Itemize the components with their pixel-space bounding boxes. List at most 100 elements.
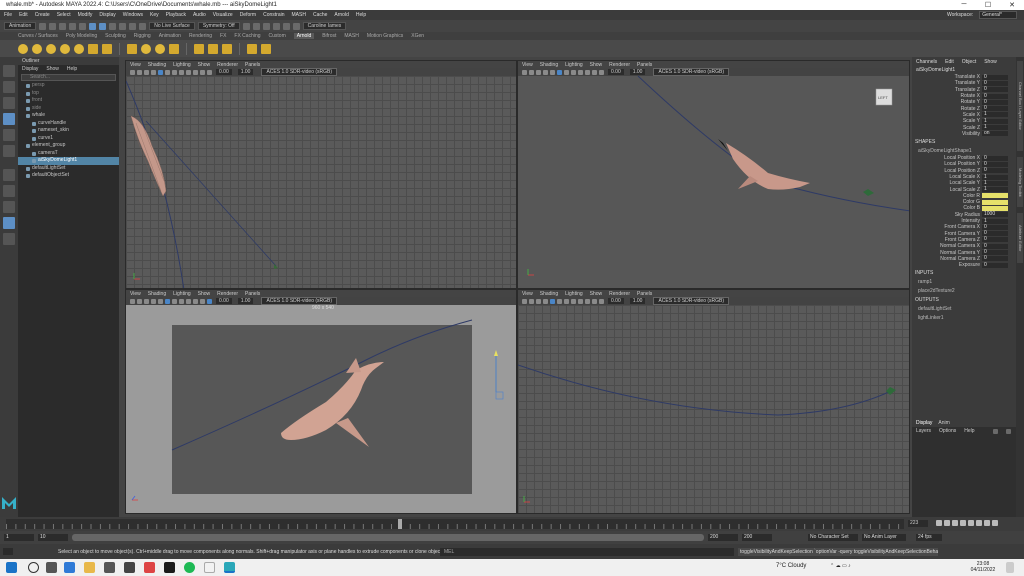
menu-edit[interactable]: Edit: [19, 12, 28, 18]
attribute-value[interactable]: 1: [982, 218, 1008, 224]
clock[interactable]: 23:08 04/11/2022: [968, 561, 998, 573]
notepad-icon[interactable]: [204, 562, 215, 573]
animation-end-field[interactable]: 200: [742, 534, 772, 541]
attribute-value[interactable]: 0: [982, 231, 1008, 237]
search-icon[interactable]: [3, 233, 15, 245]
shelf-tab-rendering[interactable]: Rendering: [189, 33, 212, 39]
attribute-value[interactable]: 0: [982, 80, 1008, 86]
anim-layer-selector[interactable]: No Anim Layer: [862, 534, 906, 541]
viewport-top-right[interactable]: View Shading Lighting Show Renderer Pane…: [517, 60, 910, 289]
app-icon[interactable]: [164, 562, 175, 573]
outliner-search-input[interactable]: Search...: [21, 74, 116, 81]
attribute-label[interactable]: Translate Y: [912, 80, 982, 86]
attribute-label[interactable]: Intensity: [912, 218, 982, 224]
attribute-value[interactable]: 0: [982, 243, 1008, 249]
menu-help[interactable]: Help: [356, 12, 366, 18]
volume-icon[interactable]: [141, 43, 151, 54]
attribute-value[interactable]: 0: [982, 155, 1008, 161]
input-node[interactable]: ramp1: [912, 279, 1016, 286]
menu-key[interactable]: Key: [150, 12, 159, 18]
attribute-value[interactable]: 1: [982, 187, 1008, 193]
shelf-tab-curves-surfaces[interactable]: Curves / Surfaces: [18, 33, 58, 39]
animation-start-field[interactable]: 1: [4, 534, 34, 541]
output-node[interactable]: defaultLightSet: [912, 306, 1016, 313]
new-scene-icon[interactable]: [39, 22, 47, 30]
attribute-label[interactable]: Front Camera Z: [912, 237, 982, 243]
outliner-menu-display[interactable]: Display: [22, 66, 38, 72]
attribute-label[interactable]: Normal Camera Z: [912, 256, 982, 262]
attribute-label[interactable]: Exposure: [912, 262, 982, 268]
flush-cache-icon[interactable]: [194, 43, 204, 54]
attribute-label[interactable]: Scale X: [912, 112, 982, 118]
menu-display[interactable]: Display: [99, 12, 115, 18]
snap-curve-icon[interactable]: [129, 22, 137, 30]
side-tab-channel-box[interactable]: Channel Box / Layer Editor: [1017, 61, 1023, 151]
light-portal-icon[interactable]: [88, 43, 98, 54]
attribute-value[interactable]: 1: [982, 112, 1008, 118]
outliner-menu-show[interactable]: Show: [46, 66, 59, 72]
go-to-end-icon[interactable]: [992, 520, 998, 526]
notifications-icon[interactable]: [1006, 562, 1014, 573]
render-icon[interactable]: [252, 22, 260, 30]
spotify-icon[interactable]: [184, 562, 195, 573]
outliner-item[interactable]: curveHandle: [18, 120, 119, 128]
layer-menu-help[interactable]: Help: [964, 428, 974, 434]
attribute-label[interactable]: Local Scale Y: [912, 180, 982, 186]
attribute-label[interactable]: Rotate Y: [912, 99, 982, 105]
skydome-light-icon[interactable]: [74, 43, 84, 54]
mel-label[interactable]: MEL: [444, 549, 454, 555]
system-tray-icons[interactable]: ⌃ ☁ ▭ ♪: [830, 563, 851, 569]
attribute-label[interactable]: Front Camera Y: [912, 231, 982, 237]
attribute-label[interactable]: Rotate Z: [912, 106, 982, 112]
viewport-bottom-right[interactable]: View Shading Lighting Show Renderer Pane…: [517, 289, 910, 514]
minimize-button[interactable]: ─: [952, 1, 976, 9]
attribute-value[interactable]: [982, 199, 1008, 205]
shelf-tab-bifrost[interactable]: Bifrost: [322, 33, 336, 39]
menu-audio[interactable]: Audio: [193, 12, 206, 18]
curve-collector-icon[interactable]: [155, 43, 165, 54]
menu-select[interactable]: Select: [57, 12, 71, 18]
attribute-value[interactable]: 0: [982, 237, 1008, 243]
menu-cache[interactable]: Cache: [313, 12, 327, 18]
attribute-label[interactable]: Color B: [912, 205, 982, 211]
attribute-label[interactable]: Color G: [912, 199, 982, 205]
layer-tab-display[interactable]: Display: [916, 420, 932, 426]
attribute-label[interactable]: Rotate X: [912, 93, 982, 99]
attribute-label[interactable]: Front Camera X: [912, 224, 982, 230]
current-time-marker[interactable]: [398, 519, 402, 529]
mel-command-input[interactable]: [440, 548, 734, 556]
standin-icon[interactable]: [127, 43, 137, 54]
cb-menu-edit[interactable]: Edit: [945, 59, 954, 65]
move-tool-icon[interactable]: [3, 113, 15, 125]
attribute-value[interactable]: 1: [982, 180, 1008, 186]
attribute-value[interactable]: 0: [982, 250, 1008, 256]
input-node[interactable]: place2dTexture2: [912, 288, 1016, 295]
step-forward-key-icon[interactable]: [984, 520, 990, 526]
history-icon[interactable]: [242, 22, 250, 30]
search-icon[interactable]: [28, 562, 39, 573]
step-forward-frame-icon[interactable]: [976, 520, 982, 526]
cb-menu-channels[interactable]: Channels: [916, 59, 937, 65]
new-layer-icon[interactable]: [992, 428, 998, 434]
side-tab-attribute-editor[interactable]: Attribute Editor: [1017, 213, 1023, 263]
outliner-item[interactable]: defaultLightSet: [18, 165, 119, 173]
attribute-value[interactable]: 0: [982, 262, 1008, 268]
attribute-value[interactable]: 0: [982, 168, 1008, 174]
attribute-label[interactable]: Scale Z: [912, 125, 982, 131]
attribute-label[interactable]: Local Position X: [912, 155, 982, 161]
attribute-label[interactable]: Visibility: [912, 131, 982, 137]
attribute-label[interactable]: Local Scale Z: [912, 187, 982, 193]
attribute-label[interactable]: Translate Z: [912, 87, 982, 93]
current-frame-field[interactable]: 223: [908, 520, 928, 527]
layer-menu-layers[interactable]: Layers: [916, 428, 931, 434]
playback-end-field[interactable]: 200: [708, 534, 738, 541]
step-back-key-icon[interactable]: [944, 520, 950, 526]
outliner-item[interactable]: cameraT: [18, 150, 119, 158]
outliner-item[interactable]: persp: [18, 82, 119, 90]
attribute-label[interactable]: Color R: [912, 193, 982, 199]
select-component-icon[interactable]: [109, 22, 117, 30]
maya-taskbar-icon[interactable]: [224, 562, 235, 573]
attribute-value[interactable]: 1: [982, 118, 1008, 124]
file-explorer-icon[interactable]: [84, 562, 95, 573]
menu-mash[interactable]: MASH: [292, 12, 306, 18]
